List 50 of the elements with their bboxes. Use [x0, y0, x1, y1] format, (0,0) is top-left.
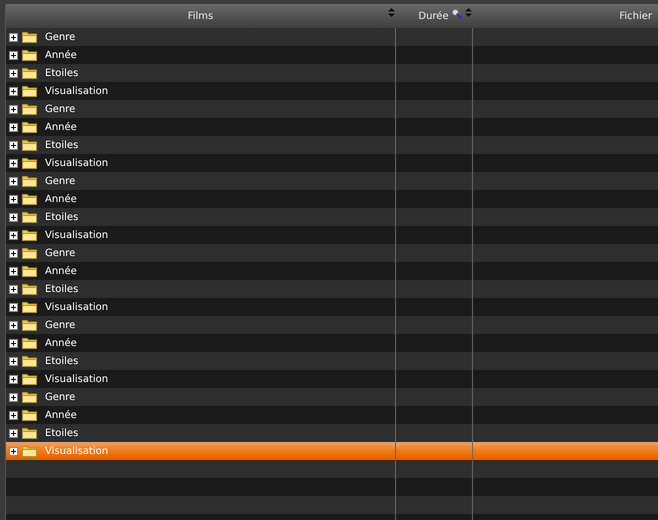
tree-row[interactable]: Année	[6, 334, 658, 352]
tree-item-label: Etoiles	[45, 66, 78, 80]
tree-row[interactable]: Visualisation	[6, 298, 658, 316]
tree-row[interactable]: Année	[6, 190, 658, 208]
tree-row[interactable]: Année	[6, 262, 658, 280]
tree-item-label: Année	[45, 408, 77, 422]
tree-row[interactable]: Année	[6, 406, 658, 424]
tree-item-label: Visualisation	[45, 300, 108, 314]
tree-row[interactable]: Etoiles	[6, 352, 658, 370]
tree-row[interactable]: Visualisation	[6, 226, 658, 244]
tree-row[interactable]: Genre	[6, 316, 658, 334]
tree-row[interactable]: Année	[6, 46, 658, 64]
column-header[interactable]: Films	[6, 4, 395, 28]
tree-row[interactable]: Visualisation	[6, 82, 658, 100]
tree-item-label: Année	[45, 48, 77, 62]
tree-item-label: Visualisation	[45, 372, 108, 386]
tree-row[interactable]: Genre	[6, 100, 658, 118]
tree-item-label: Année	[45, 264, 77, 278]
tree-item-label: Visualisation	[45, 156, 108, 170]
tree-row[interactable]: Etoiles	[6, 136, 658, 154]
tree-item-label: Etoiles	[45, 282, 78, 296]
tree-item-label: Visualisation	[45, 444, 108, 458]
tree-item-label: Visualisation	[45, 228, 108, 242]
tree-item-label: Etoiles	[45, 426, 78, 440]
tree-item-label: Genre	[45, 174, 76, 188]
tree-row[interactable]: Genre	[6, 388, 658, 406]
tree-item-label: Etoiles	[45, 138, 78, 152]
tree-row[interactable]: Visualisation	[6, 370, 658, 388]
tree-item-label: Année	[45, 192, 77, 206]
column-header[interactable]: Fichier	[472, 4, 658, 28]
tree-item-label: Etoiles	[45, 354, 78, 368]
tree-row[interactable]: Genre	[6, 244, 658, 262]
tree-row[interactable]: Visualisation	[6, 154, 658, 172]
tree-item-label: Année	[45, 336, 77, 350]
tree-item-label: Genre	[45, 318, 76, 332]
tree-row[interactable]: Genre	[6, 172, 658, 190]
tree-row[interactable]: Genre	[6, 28, 658, 46]
tree-item-label: Année	[45, 120, 77, 134]
tree-item-label: Etoiles	[45, 210, 78, 224]
tree-item-label: Genre	[45, 390, 76, 404]
tree-item-label: Genre	[45, 102, 76, 116]
tree-row[interactable]: Etoiles	[6, 280, 658, 298]
tree-row[interactable]: Etoiles	[6, 64, 658, 82]
tree-item-label: Genre	[45, 246, 76, 260]
tree-row[interactable]: Année	[6, 118, 658, 136]
tree-row[interactable]: Etoiles	[6, 424, 658, 442]
tree-item-label: Visualisation	[45, 84, 108, 98]
tree-item-label: Genre	[45, 30, 76, 44]
column-header[interactable]: Durée	[395, 4, 472, 28]
tree-row[interactable]: Etoiles	[6, 208, 658, 226]
